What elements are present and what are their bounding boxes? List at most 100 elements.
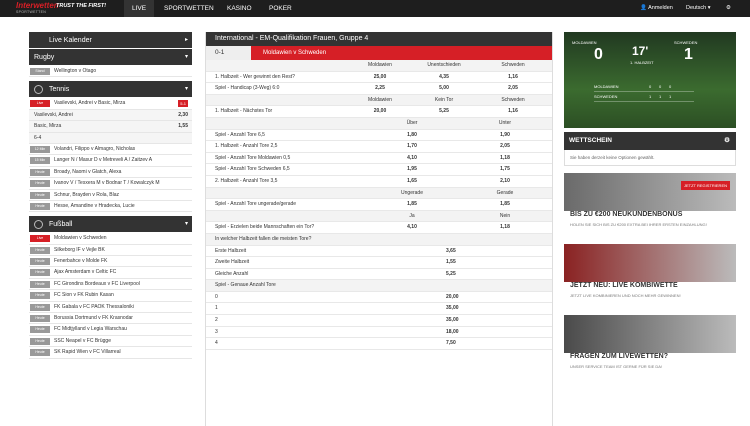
column-header: Unentschieden — [427, 62, 461, 68]
list-item[interactable]: Heute FC Midtjylland v Legia Warschau — [29, 324, 192, 336]
odds-button[interactable]: 20,00 — [446, 292, 459, 304]
market-row: 2 35,00 — [206, 315, 552, 327]
list-item[interactable]: Live Moldawien v Schweden — [29, 233, 192, 245]
odds-button[interactable]: 1,95 — [387, 164, 437, 176]
list-item[interactable]: Heute Fenerbahce v Molde FK — [29, 256, 192, 268]
list-item[interactable]: 12 Min Volandri, Filippo v Almagro, Nicho… — [29, 143, 192, 156]
list-item[interactable]: Heute FC Girondins Bordeaux v FC Liverpoo… — [29, 278, 192, 291]
market-label: 2. Halbzeit - Anzahl Tore 3,5 — [215, 177, 278, 184]
odds-button[interactable]: 1,70 — [387, 141, 437, 153]
market-label: Spiel - Anzahl Tore 6,5 — [215, 131, 265, 138]
list-item[interactable]: Heute Ivanov V / Tesxera M v Bodnar T / K… — [29, 178, 192, 190]
odds-button[interactable]: 7,50 — [446, 338, 456, 350]
list-item[interactable]: Heute Ajax Amsterdam v Celtic FC — [29, 267, 192, 279]
list-item[interactable]: Stand Wellington v Otago — [29, 66, 192, 78]
sidebar-live-calendar[interactable]: Live Kalender ▸ — [29, 32, 192, 49]
odds-button[interactable]: 4,35 — [419, 72, 469, 84]
register-button[interactable]: JETZT REGISTRIEREN — [680, 181, 730, 190]
promo-banner[interactable]: JETZT NEU: LIVE KOMBIWETTE JETZT LIVE KO… — [564, 244, 736, 308]
markets-list: Moldawien Unentschieden Schweden 1. Halbzei… — [206, 60, 552, 350]
odds-button[interactable]: 20,00 — [355, 106, 405, 118]
live-calendar-title: Live Kalender — [49, 37, 92, 44]
market-label: 1 — [215, 305, 218, 312]
market-label: Spiel - Handicap (3-Weg) 6:0 — [215, 85, 280, 92]
odds-button[interactable]: 4,10 — [387, 222, 437, 234]
odds-button[interactable]: 2,05 — [480, 141, 530, 153]
banner-image — [564, 315, 736, 353]
list-item[interactable]: Heute SK Rapid Wien v FC Villarreal — [29, 347, 192, 359]
odds-button[interactable]: 18,00 — [446, 327, 459, 339]
odds-button[interactable]: 2,05 — [488, 83, 538, 95]
match-tab[interactable]: Moldawien v Schweden — [251, 46, 552, 60]
banner-title: JETZT NEU: LIVE KOMBIWETTE — [570, 282, 678, 289]
odds-button[interactable]: 1,85 — [387, 199, 437, 211]
odds-button[interactable]: 1,85 — [480, 199, 530, 211]
odds-button[interactable]: 35,00 — [446, 303, 459, 315]
odds-button[interactable]: 2,25 — [355, 83, 405, 95]
nav-poker[interactable]: POKER — [269, 0, 292, 17]
event-odds[interactable]: 1,55 — [178, 121, 188, 132]
odds-button[interactable]: 3,65 — [446, 246, 456, 258]
banner-image — [564, 173, 736, 211]
tennis-title: Tennis — [49, 86, 70, 94]
list-item[interactable]: Heute FK Gabala v FC PAOK Thessaloniki — [29, 301, 192, 314]
odds-button[interactable]: 1,18 — [480, 222, 530, 234]
event-name: FC Sion v FK Rubin Kasan — [54, 292, 114, 299]
banner-image — [564, 244, 736, 282]
language-select[interactable]: Deutsch ▾ — [686, 0, 710, 17]
home-team: MOLDAWIEN — [572, 40, 597, 45]
login-link[interactable]: 👤 Anmelden — [640, 0, 673, 17]
odds-button[interactable]: 5,25 — [419, 106, 469, 118]
list-item[interactable]: Heute Borussia Dortmund v FK Krasnodar — [29, 313, 192, 325]
list-item[interactable]: Heute Hesse, Amandine v Hradecka, Lucie — [29, 200, 192, 213]
betslip-header[interactable]: WETTSCHEIN ⚙ — [564, 132, 736, 150]
promo-banner[interactable]: FRAGEN ZUM LIVEWETTEN? UNSER SERVICE TEA… — [564, 315, 736, 379]
stat-value: 0 — [669, 84, 672, 89]
list-item[interactable]: 15 Min Langer N / Masur D v Metreveli A /… — [29, 155, 192, 167]
list-item[interactable]: Heute Schnur, Brayden v Rola, Blaz — [29, 189, 192, 201]
sidebar-rugby-header[interactable]: Rugby ▾ — [29, 49, 192, 66]
stat-row: MOLDAWIEN 0 0 0 — [594, 82, 694, 92]
odds-button[interactable]: 25,00 — [355, 72, 405, 84]
odds-button[interactable]: 1,16 — [488, 106, 538, 118]
odds-button[interactable]: 1,65 — [387, 176, 437, 188]
nav-kasino[interactable]: KASINO — [227, 0, 252, 17]
list-item[interactable]: Heute FC Sion v FK Rubin Kasan — [29, 290, 192, 302]
odds-button[interactable]: 1,18 — [480, 153, 530, 165]
nav-live[interactable]: LIVE — [124, 0, 154, 17]
odds-button[interactable]: 1,80 — [387, 130, 437, 142]
market-title: In welcher Halbzeit fallen die meisten T… — [215, 235, 312, 242]
odds-button[interactable]: 1,16 — [488, 72, 538, 84]
list-item[interactable]: Heute Broady, Naomi v Glatch, Alexa — [29, 166, 192, 179]
list-item[interactable]: Live Vasilevski, Andrei v Basic, Mirza 5-1 — [29, 98, 192, 110]
odds-button[interactable]: 2,10 — [480, 176, 530, 188]
market-row: Gleiche Anzahl 5,25 — [206, 269, 552, 281]
event-name: SSC Neapel v FC Brügge — [54, 337, 111, 344]
odds-button[interactable]: 1,75 — [480, 164, 530, 176]
market-row: Spiel - Anzahl Tore ungerade/gerade 1,85 1… — [206, 199, 552, 211]
brand-logo[interactable]: Interwetten TRUST THE FIRST! SPORTWETTEN — [16, 0, 134, 17]
odds-button[interactable]: 1,90 — [480, 130, 530, 142]
list-item[interactable]: Heute Silkeborg IF v Vejle BK — [29, 244, 192, 257]
market-row: 1 35,00 — [206, 303, 552, 316]
event-time: 15 Min — [30, 157, 50, 165]
sidebar-tennis-header[interactable]: Tennis ▾ — [29, 81, 192, 99]
odds-button[interactable]: 5,00 — [419, 83, 469, 95]
odds-button[interactable]: 4,10 — [387, 153, 437, 165]
list-item[interactable]: Vasilevski, Andrei 2,30 — [29, 109, 192, 122]
gear-icon[interactable]: ⚙ — [726, 0, 731, 17]
odds-button[interactable]: 1,55 — [446, 257, 456, 269]
list-item[interactable]: Basic, Mirza 1,55 — [29, 121, 192, 133]
promo-banner[interactable]: JETZT REGISTRIEREN BIS ZU €200 NEUKUNDENB… — [564, 173, 736, 237]
list-item[interactable]: Heute SSC Neapel v FC Brügge — [29, 335, 192, 348]
nav-sportwetten[interactable]: SPORTWETTEN — [164, 0, 214, 17]
gear-icon[interactable]: ⚙ — [724, 132, 730, 150]
tennis-ball-icon — [34, 85, 43, 95]
event-name: Fenerbahce v Molde FK — [54, 258, 108, 265]
odds-button[interactable]: 5,25 — [446, 269, 456, 281]
market-row: 3 18,00 — [206, 327, 552, 339]
list-item[interactable]: 6-4 — [29, 132, 192, 144]
sidebar-football-header[interactable]: Fußball ▾ — [29, 216, 192, 234]
event-odds[interactable]: 2,30 — [178, 110, 188, 121]
odds-button[interactable]: 35,00 — [446, 315, 459, 327]
